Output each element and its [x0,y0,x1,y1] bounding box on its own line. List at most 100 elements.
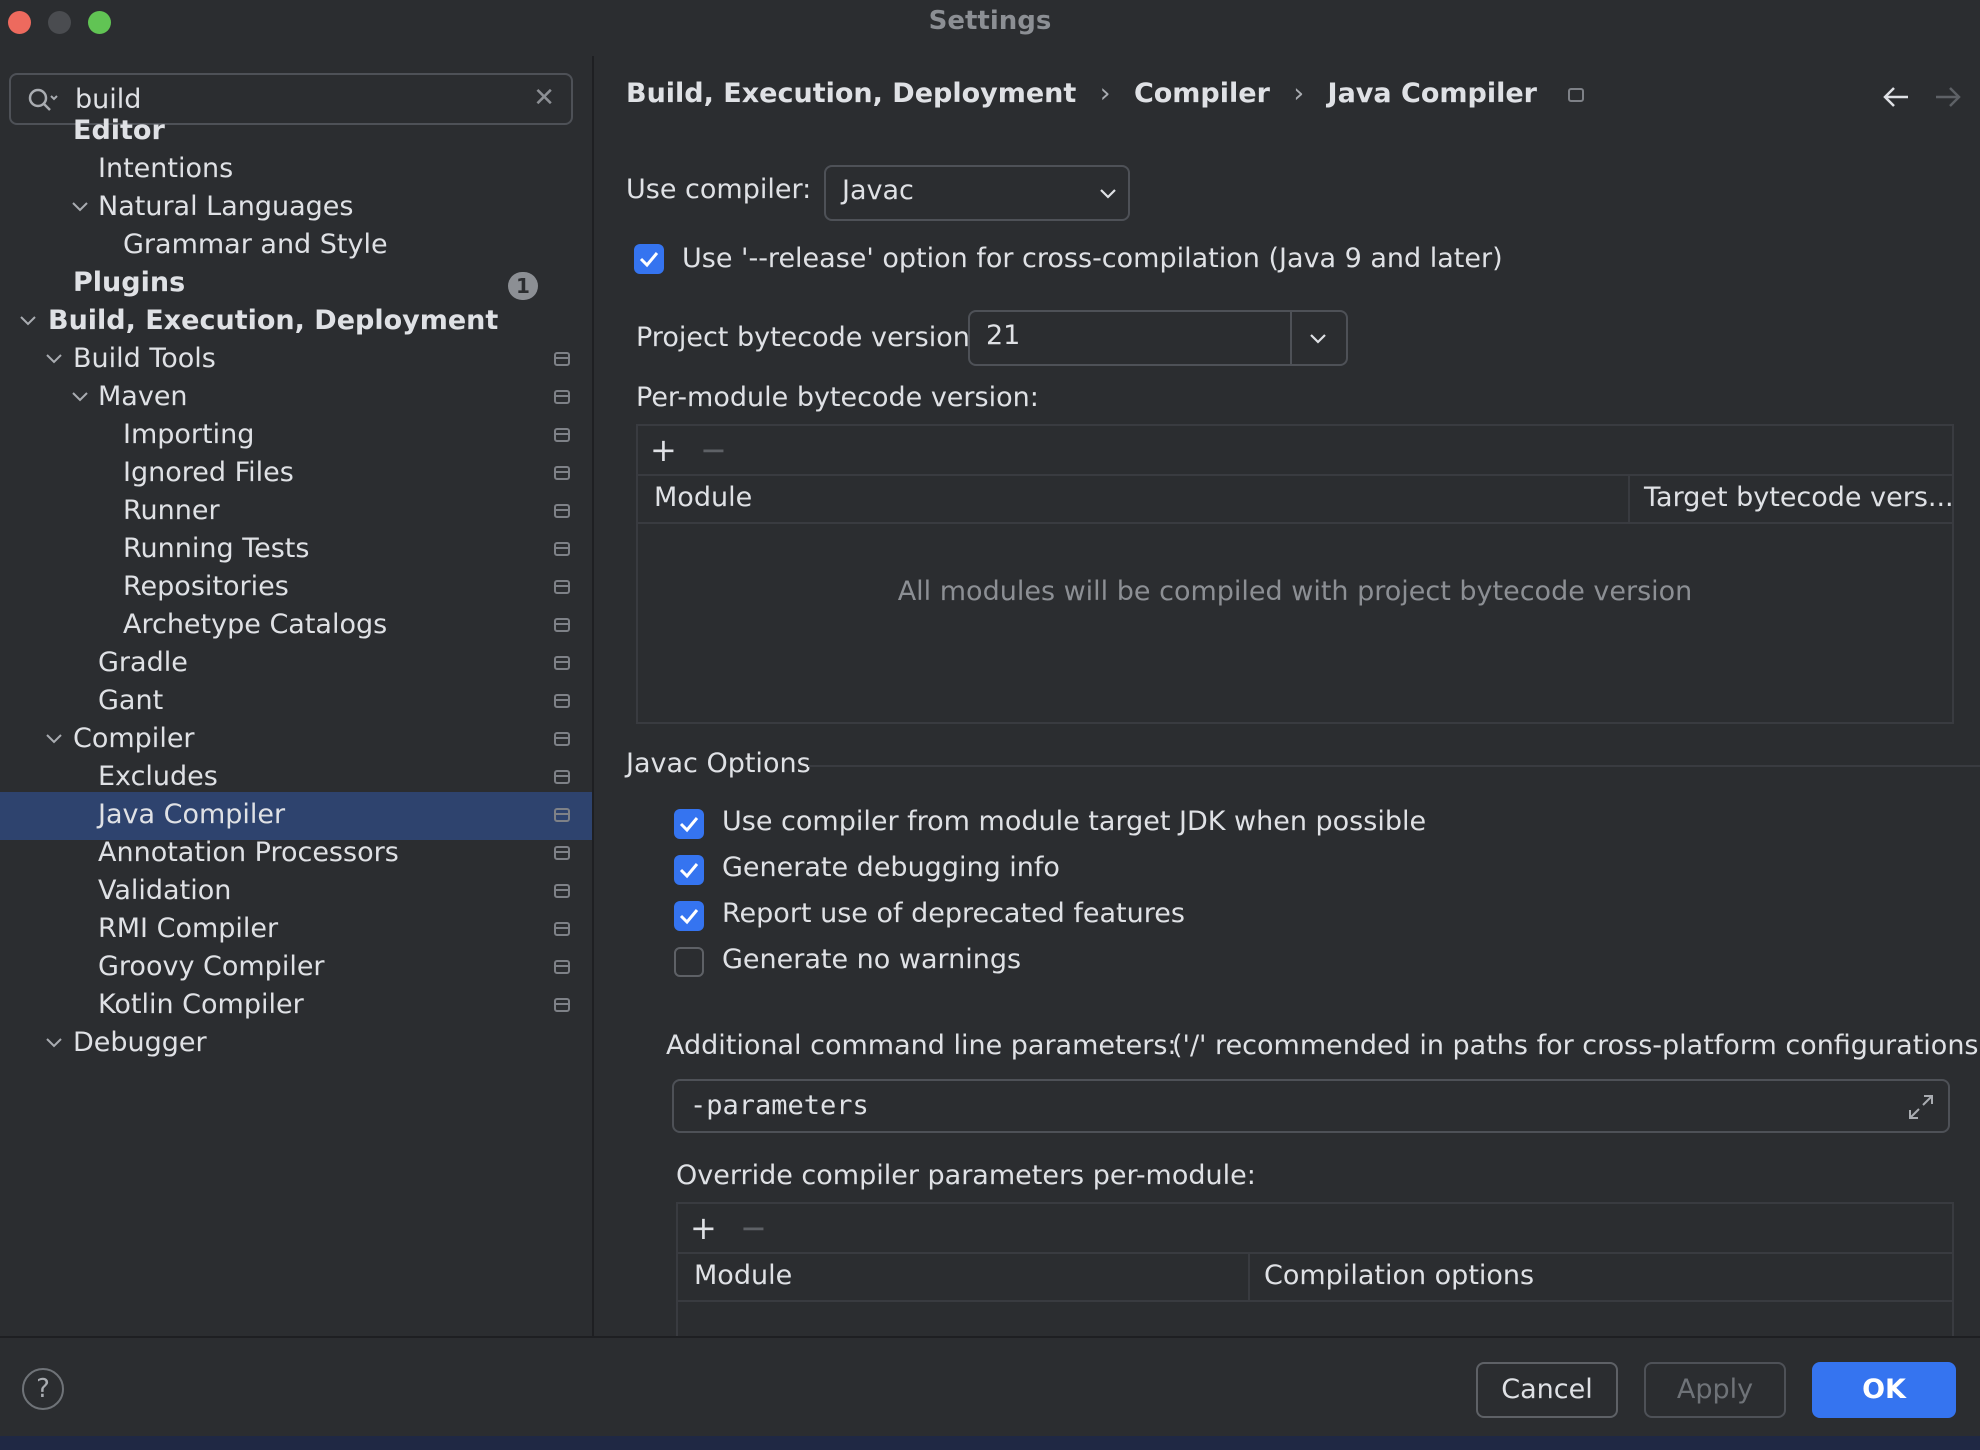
chevron-down-icon[interactable] [18,311,38,331]
column-header-compilation-options[interactable]: Compilation options [1264,1260,1534,1291]
cmd-params-value: -parameters [690,1090,869,1121]
project-settings-icon [1568,87,1585,102]
sidebar-item[interactable]: Debugger [0,1020,592,1068]
chevron-right-icon: › [1293,78,1305,109]
sidebar-item-label: Runner [123,495,220,526]
add-icon[interactable]: + [690,1212,717,1244]
checkmark-icon [679,817,699,833]
project-settings-icon [554,656,570,670]
sidebar-item-label: RMI Compiler [98,913,279,944]
per-module-label: Per-module bytecode version: [636,382,1039,413]
sidebar-item-label: Intentions [98,153,234,184]
sidebar-item-label: Maven [98,381,188,412]
project-settings-icon [554,390,570,404]
project-settings-icon [554,960,570,974]
sidebar-item-label: Editor [73,115,165,146]
table-header: Module Compilation options [678,1252,1952,1302]
table-toolbar: + − [678,1204,1952,1254]
column-header-module[interactable]: Module [654,482,752,513]
project-settings-icon [554,694,570,708]
bytecode-version-value: 21 [986,320,1021,351]
project-settings-icon [554,618,570,632]
remove-icon: − [700,431,727,469]
sidebar-item-label: Excludes [98,761,218,792]
sidebar-item-label: Importing [123,419,255,450]
project-settings-icon [554,922,570,936]
project-settings-icon [554,732,570,746]
override-params-table: + − Module Compilation options [676,1202,1954,1336]
sidebar-item-label: Java Compiler [98,799,286,830]
dropdown-divider [1290,312,1292,364]
project-settings-icon [554,428,570,442]
breadcrumb-item[interactable]: Build, Execution, Deployment [626,78,1076,109]
chevron-down-icon[interactable] [44,729,64,749]
column-header-module[interactable]: Module [694,1260,792,1291]
project-settings-icon [554,504,570,518]
chevron-down-icon [1100,189,1116,199]
sidebar-item-label: Natural Languages [98,191,354,222]
expand-icon[interactable] [1906,1092,1936,1122]
javac-option-label: Generate debugging info [722,852,1060,883]
table-toolbar: + − [638,426,1952,476]
use-compiler-label: Use compiler: [626,174,812,205]
help-button[interactable]: ? [22,1368,64,1410]
add-icon[interactable]: + [650,434,677,466]
column-header-target-bytecode[interactable]: Target bytecode vers... [1644,482,1954,513]
checkmark-icon [679,909,699,925]
project-settings-icon [554,808,570,822]
chevron-down-icon[interactable] [70,387,90,407]
dialog-footer: ? Cancel Apply OK [0,1336,1980,1436]
per-module-table: + − Module Target bytecode vers... All m… [636,424,1954,724]
project-settings-icon [554,352,570,366]
apply-button[interactable]: Apply [1644,1362,1786,1418]
breadcrumb: Build, Execution, Deployment › Compiler … [626,78,1585,109]
title-bar: Settings [0,0,1980,44]
project-settings-icon [554,884,570,898]
chevron-down-icon[interactable] [44,1033,64,1053]
project-settings-icon [554,770,570,784]
table-empty-text: All modules will be compiled with projec… [897,576,1693,607]
javac-option-label: Report use of deprecated features [722,898,1185,929]
bytecode-version-dropdown[interactable]: 21 [968,310,1348,366]
javac-option-checkbox[interactable] [674,855,704,885]
cmd-params-hint: ('/' recommended in paths for cross-plat… [1172,1030,1980,1061]
chevron-down-icon[interactable] [44,349,64,369]
forward-arrow-icon[interactable] [1934,86,1962,108]
cmd-params-label: Additional command line parameters: [666,1030,1177,1061]
breadcrumb-item[interactable]: Compiler [1134,78,1270,109]
javac-option-checkbox[interactable] [674,809,704,839]
settings-sidebar: build ✕ Editor Intentions Natural Language… [0,44,592,1336]
sidebar-item-label: Kotlin Compiler [98,989,304,1020]
sidebar-item-label: Repositories [123,571,289,602]
chevron-down-icon[interactable] [70,197,90,217]
settings-content: Build, Execution, Deployment › Compiler … [594,44,1980,1336]
javac-option-label: Use compiler from module target JDK when… [722,806,1427,837]
remove-icon: − [740,1209,767,1247]
ok-button[interactable]: OK [1812,1362,1956,1418]
table-header: Module Target bytecode vers... [638,474,1954,524]
project-settings-icon [554,846,570,860]
column-divider[interactable] [1248,1252,1250,1300]
back-arrow-icon[interactable] [1882,86,1910,108]
checkmark-icon [639,252,659,268]
release-option-checkbox[interactable] [634,244,664,274]
cancel-button[interactable]: Cancel [1476,1362,1618,1418]
override-params-label: Override compiler parameters per-module: [676,1160,1256,1191]
cmd-params-input[interactable]: -parameters [672,1079,1950,1133]
desktop-background [0,1436,1980,1450]
window-title: Settings [928,6,1052,36]
use-compiler-dropdown[interactable]: Javac [824,165,1130,221]
sidebar-item-label: Compiler [73,723,195,754]
sidebar-item-label: Build Tools [73,343,216,374]
javac-option-checkbox[interactable] [674,947,704,977]
sidebar-item-label: Plugins [73,267,186,298]
chevron-down-icon [1310,334,1326,344]
sidebar-item-label: Gradle [98,647,188,678]
column-divider[interactable] [1628,474,1630,522]
breadcrumb-item: Java Compiler [1327,78,1537,109]
section-divider [808,765,1980,767]
javac-option-checkbox[interactable] [674,901,704,931]
javac-option-label: Generate no warnings [722,944,1022,975]
chevron-right-icon: › [1099,78,1111,109]
sidebar-item-label: Ignored Files [123,457,294,488]
